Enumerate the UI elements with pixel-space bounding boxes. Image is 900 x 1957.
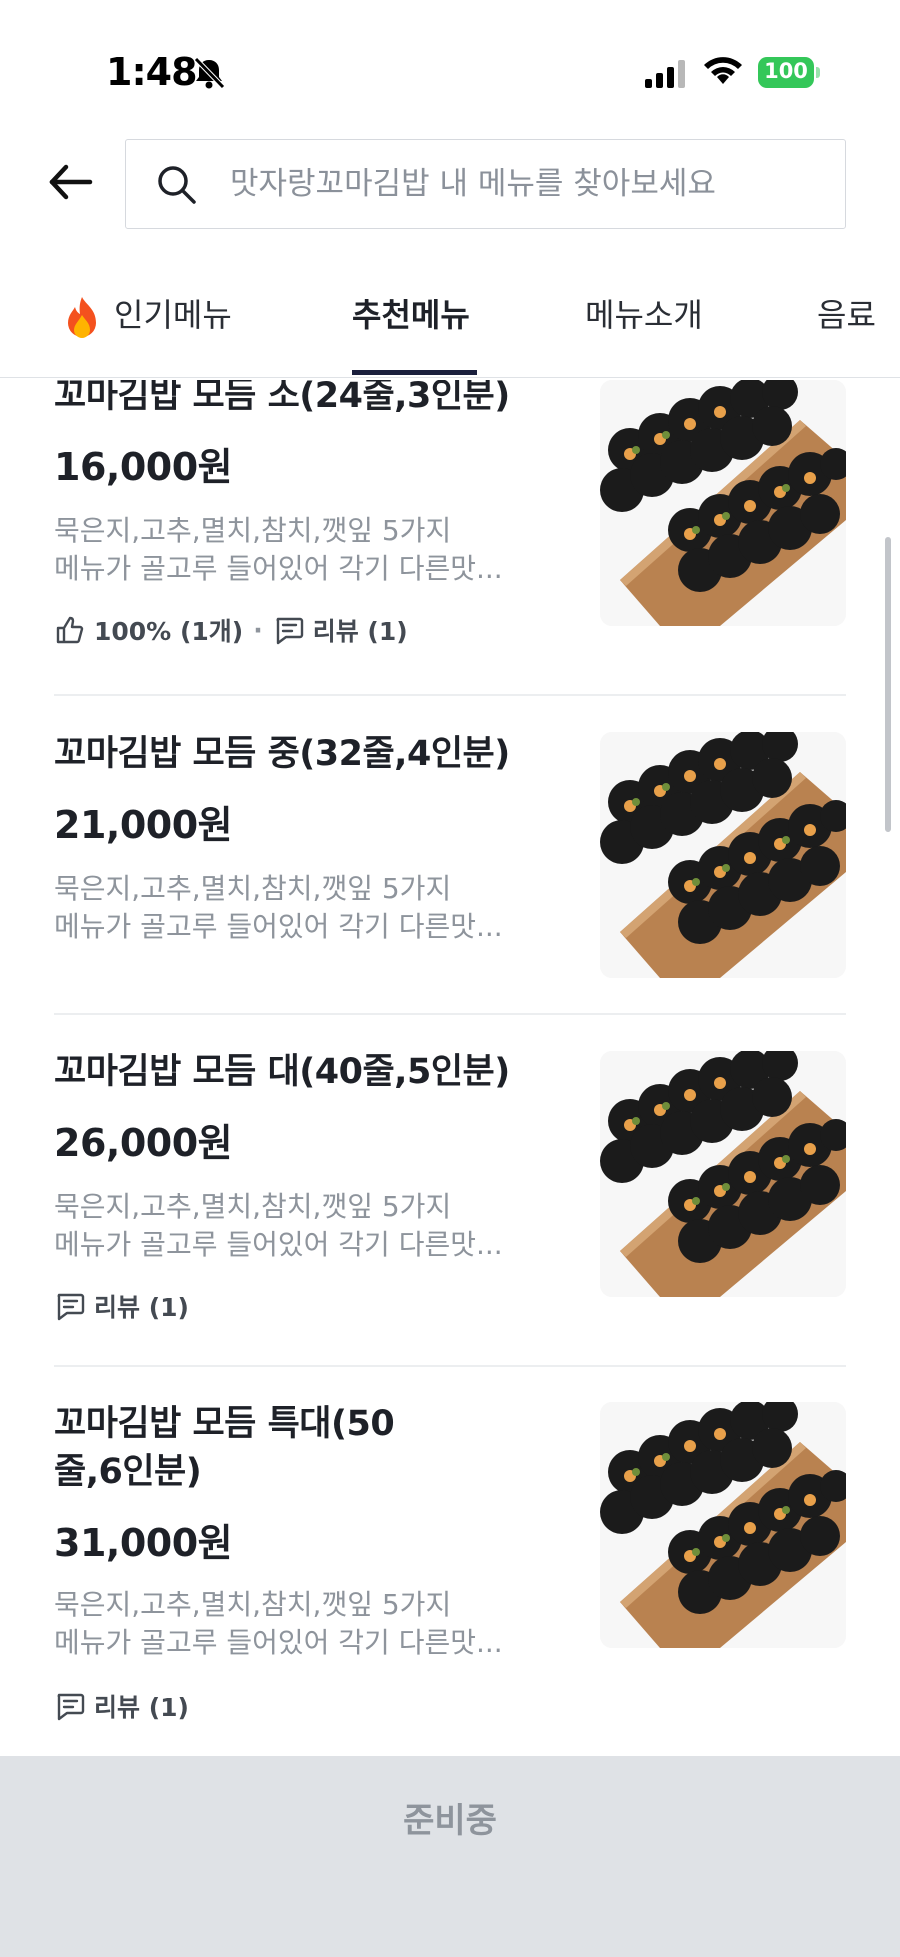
menu-item-image[interactable] xyxy=(600,1402,846,1648)
divider xyxy=(54,1013,846,1015)
search-input[interactable] xyxy=(230,154,820,214)
menu-item-price: 31,000원 xyxy=(54,1521,233,1565)
description-line: 메뉴가 골고루 들어있어 각기 다른맛... xyxy=(54,1626,503,1659)
description-line: 묵은지,고추,멸치,참치,깻잎 5가지 xyxy=(54,872,452,905)
tab-menu-intro-label: 메뉴소개 xyxy=(585,296,703,334)
menu-item-name: 꼬마김밥 모듬 소(24줄,3인분) xyxy=(54,380,510,416)
battery-level: 100 xyxy=(764,59,808,83)
tab-active-indicator xyxy=(352,370,477,375)
menu-item[interactable]: 꼬마김밥 모듬 특대(50 줄,6인분) 31,000원 묵은지,고추,멸치,참… xyxy=(54,1400,846,1750)
review-icon xyxy=(54,1290,86,1322)
menu-item[interactable]: 꼬마김밥 모듬 소(24줄,3인분) 16,000원 묵은지,고추,멸치,참치,… xyxy=(54,380,846,672)
meta-separator: · xyxy=(253,615,263,645)
menu-item-image[interactable] xyxy=(600,1051,846,1297)
menu-item[interactable]: 꼬마김밥 모듬 대(40줄,5인분) 26,000원 묵은지,고추,멸치,참치,… xyxy=(54,1048,846,1348)
menu-item-image[interactable] xyxy=(600,380,846,626)
menu-item-meta: 100% (1개) · 리뷰 (1) xyxy=(54,612,408,648)
tab-popular[interactable]: 인기메뉴 xyxy=(62,290,232,350)
name-line: 줄,6인분) xyxy=(54,1452,202,1492)
menu-item-description: 묵은지,고추,멸치,참치,깻잎 5가지 메뉴가 골고루 들어있어 각기 다른맛.… xyxy=(54,870,554,946)
category-tabs: 인기메뉴 추천메뉴 메뉴소개 음료 xyxy=(0,270,900,378)
menu-item-description: 묵은지,고추,멸치,참치,깻잎 5가지 메뉴가 골고루 들어있어 각기 다른맛.… xyxy=(54,1586,554,1662)
review-count: 리뷰 (1) xyxy=(312,617,408,646)
search-icon xyxy=(158,166,196,204)
bottom-bar: 준비중 xyxy=(0,1756,900,1957)
signal-icon xyxy=(645,60,685,88)
kimbap-image xyxy=(600,380,846,626)
description-line: 메뉴가 골고루 들어있어 각기 다른맛... xyxy=(54,552,503,585)
tab-recommended[interactable]: 추천메뉴 xyxy=(352,290,470,350)
kimbap-image xyxy=(600,1402,846,1648)
menu-item-description: 묵은지,고추,멸치,참치,깻잎 5가지 메뉴가 골고루 들어있어 각기 다른맛.… xyxy=(54,512,554,588)
description-line: 묵은지,고추,멸치,참치,깻잎 5가지 xyxy=(54,1588,452,1621)
kimbap-image xyxy=(600,1051,846,1297)
search-box[interactable] xyxy=(125,139,846,229)
review-count: 리뷰 (1) xyxy=(94,1293,189,1322)
description-line: 메뉴가 골고루 들어있어 각기 다른맛... xyxy=(54,1228,503,1261)
preparing-button[interactable]: 준비중 xyxy=(0,1756,900,1886)
review-count: 리뷰 (1) xyxy=(94,1693,189,1722)
tab-drinks-label: 음료 xyxy=(817,296,876,334)
menu-item-name: 꼬마김밥 모듬 대(40줄,5인분) xyxy=(54,1052,510,1092)
divider xyxy=(54,694,846,696)
tab-drinks[interactable]: 음료 xyxy=(817,290,876,350)
menu-list: 꼬마김밥 모듬 소(24줄,3인분) 16,000원 묵은지,고추,멸치,참치,… xyxy=(0,380,900,1756)
description-line: 메뉴가 골고루 들어있어 각기 다른맛... xyxy=(54,910,503,943)
description-line: 묵은지,고추,멸치,참치,깻잎 5가지 xyxy=(54,1190,452,1223)
menu-item-price: 26,000원 xyxy=(54,1121,233,1165)
back-arrow-icon xyxy=(49,164,93,200)
name-line: 꼬마김밥 모듬 특대(50 xyxy=(54,1404,395,1444)
review-icon xyxy=(273,614,305,646)
back-button[interactable] xyxy=(44,152,100,208)
divider xyxy=(54,1365,846,1367)
menu-item-price: 16,000원 xyxy=(54,445,233,489)
bell-off-icon xyxy=(194,57,225,89)
scrollbar[interactable] xyxy=(885,537,891,832)
status-time: 1:48 xyxy=(106,50,198,94)
menu-item-name: 꼬마김밥 모듬 중(32줄,4인분) xyxy=(54,734,510,774)
menu-item-meta: 리뷰 (1) xyxy=(54,1288,189,1324)
menu-item-image[interactable] xyxy=(600,732,846,978)
wifi-icon xyxy=(704,57,742,84)
menu-item-meta: 리뷰 (1) xyxy=(54,1688,189,1724)
tab-recommended-label: 추천메뉴 xyxy=(352,296,470,334)
kimbap-image xyxy=(600,732,846,978)
fire-icon xyxy=(68,297,96,338)
thumbs-up-icon xyxy=(56,616,84,644)
battery-indicator: 100 xyxy=(758,57,820,88)
like-rate: 100% (1개) xyxy=(94,617,244,646)
tab-menu-intro[interactable]: 메뉴소개 xyxy=(585,290,703,350)
description-line: 묵은지,고추,멸치,참치,깻잎 5가지 xyxy=(54,514,452,547)
menu-item-name: 꼬마김밥 모듬 특대(50 줄,6인분) xyxy=(54,1400,554,1496)
review-icon xyxy=(54,1690,86,1722)
menu-item[interactable]: 꼬마김밥 모듬 중(32줄,4인분) 21,000원 묵은지,고추,멸치,참치,… xyxy=(54,730,846,980)
tab-popular-label: 인기메뉴 xyxy=(114,296,232,334)
menu-item-description: 묵은지,고추,멸치,참치,깻잎 5가지 메뉴가 골고루 들어있어 각기 다른맛.… xyxy=(54,1188,554,1264)
status-bar: 1:48 100 xyxy=(0,0,900,130)
menu-item-price: 21,000원 xyxy=(54,803,233,847)
